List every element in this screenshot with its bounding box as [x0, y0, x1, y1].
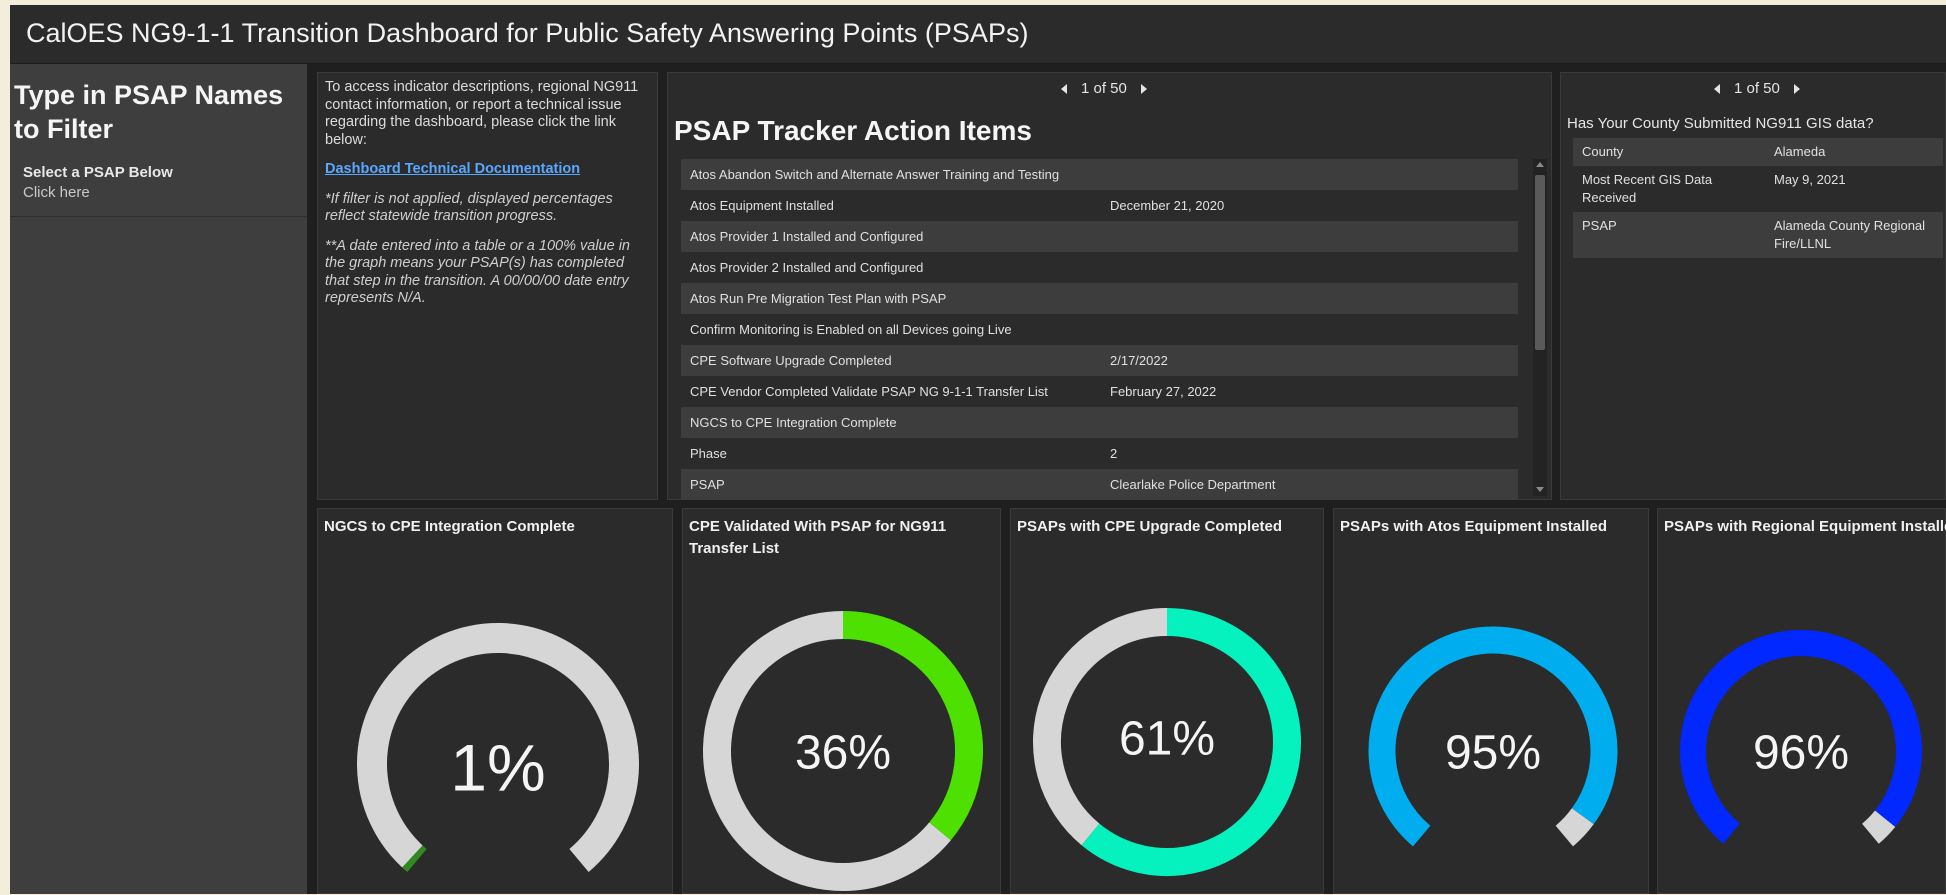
tracker-row: CPE Vendor Completed Validate PSAP NG 9-… — [681, 376, 1518, 407]
tracker-item-label: Confirm Monitoring is Enabled on all Dev… — [681, 314, 1101, 345]
gauge-chart-ngcs: 1% — [357, 623, 639, 873]
psap-select-label: Select a PSAP Below — [23, 164, 173, 181]
tracker-item-label: CPE Vendor Completed Validate PSAP NG 9-… — [681, 376, 1101, 407]
info-note-date: **A date entered into a table or a 100% … — [325, 237, 630, 307]
tracker-row: Atos Abandon Switch and Alternate Answer… — [681, 159, 1518, 190]
gauge-value-arc — [402, 845, 427, 873]
tracker-panel: 1 of 50 PSAP Tracker Action Items Atos A… — [667, 72, 1552, 500]
gauge-value-label: 1% — [450, 730, 545, 804]
page-title: CalOES NG9-1-1 Transition Dashboard for … — [26, 18, 1029, 48]
gauge-panel-cpe-upgrade: PSAPs with CPE Upgrade Completed 61% — [1010, 508, 1324, 894]
gauge-value-label: 61% — [1119, 713, 1215, 766]
filter-heading: Type in PSAP Names to Filter — [14, 80, 284, 144]
gis-field-value: May 9, 2021 — [1765, 166, 1943, 212]
gis-next-arrow-icon[interactable] — [1793, 84, 1800, 95]
gauge-chart-atos: 95% — [1368, 626, 1618, 847]
tracker-item-label: Phase — [681, 438, 1101, 469]
info-panel: To access indicator descriptions, region… — [317, 72, 658, 500]
tracker-item-label: Atos Provider 2 Installed and Configured — [681, 252, 1101, 283]
tracker-item-label: Atos Run Pre Migration Test Plan with PS… — [681, 283, 1101, 314]
gauge-track — [1861, 810, 1896, 844]
tracker-row: Atos Equipment Installed December 21, 202… — [681, 190, 1518, 221]
tracker-page-indicator: 1 of 50 — [1081, 80, 1127, 97]
tracker-item-label: CPE Software Upgrade Completed — [681, 345, 1101, 376]
tracker-item-label: Atos Provider 1 Installed and Configured — [681, 221, 1101, 252]
gis-panel: 1 of 50 Has Your County Submitted NG911 … — [1560, 72, 1946, 500]
tracker-row: Confirm Monitoring is Enabled on all Dev… — [681, 314, 1518, 345]
gis-row: Most Recent GIS Data Received May 9, 2021 — [1573, 166, 1943, 212]
gis-field-label: County — [1573, 138, 1765, 166]
gis-pager: 1 of 50 — [1714, 80, 1800, 97]
previous-arrow-icon[interactable] — [1061, 84, 1067, 95]
gis-field-label: Most Recent GIS Data Received — [1573, 166, 1765, 212]
scroll-down-icon[interactable] — [1536, 487, 1544, 492]
tracker-item-value: 2 — [1101, 438, 1518, 469]
tracker-row: NGCS to CPE Integration Complete — [681, 407, 1518, 438]
gis-field-value: Alameda — [1765, 138, 1943, 166]
tracker-item-value — [1101, 159, 1518, 190]
gis-table: County Alameda Most Recent GIS Data Receiv… — [1573, 138, 1943, 258]
gauge-value-label: 96% — [1753, 727, 1849, 780]
gauge-track — [1555, 807, 1594, 847]
app-header: CalOES NG9-1-1 Transition Dashboard for … — [10, 5, 1946, 64]
psap-select-dropdown[interactable]: Click here — [23, 184, 90, 201]
tracker-row: Atos Provider 1 Installed and Configured — [681, 221, 1518, 252]
documentation-link[interactable]: Dashboard Technical Documentation — [325, 161, 580, 177]
tracker-row: Atos Run Pre Migration Test Plan with PS… — [681, 283, 1518, 314]
tracker-item-value: February 27, 2022 — [1101, 376, 1518, 407]
tracker-item-value: December 21, 2020 — [1101, 190, 1518, 221]
tracker-scrollbar[interactable] — [1533, 159, 1547, 496]
tracker-item-label: NGCS to CPE Integration Complete — [681, 407, 1101, 438]
info-intro: To access indicator descriptions, region… — [325, 79, 639, 148]
tracker-pager: 1 of 50 — [1061, 80, 1147, 97]
info-note-filter: *If filter is not applied, displayed per… — [325, 190, 613, 225]
gis-row: County Alameda — [1573, 138, 1943, 166]
tracker-item-label: Atos Abandon Switch and Alternate Answer… — [681, 159, 1101, 190]
tracker-table: Atos Abandon Switch and Alternate Answer… — [681, 159, 1518, 500]
gis-row: PSAP Alameda County Regional Fire/LLNL — [1573, 212, 1943, 258]
tracker-row: PSAP Clearlake Police Department — [681, 469, 1518, 500]
gauge-panel-ngcs: NGCS to CPE Integration Complete 1% — [317, 508, 673, 894]
tracker-item-label: PSAP — [681, 469, 1101, 500]
gis-question: Has Your County Submitted NG911 GIS data… — [1567, 115, 1874, 132]
tracker-row: CPE Software Upgrade Completed 2/17/2022 — [681, 345, 1518, 376]
tracker-item-value: 2/17/2022 — [1101, 345, 1518, 376]
tracker-item-value: Clearlake Police Department — [1101, 469, 1518, 500]
gauge-chart-cpe-validated: 36% — [703, 611, 983, 891]
gauge-chart-cpe-upgrade: 61% — [1033, 608, 1301, 876]
gauge-chart-regional: 96% — [1680, 630, 1922, 844]
scroll-up-icon[interactable] — [1536, 162, 1544, 167]
tracker-row: Atos Provider 2 Installed and Configured — [681, 252, 1518, 283]
gis-field-value: Alameda County Regional Fire/LLNL — [1765, 212, 1943, 258]
tracker-item-value — [1101, 252, 1518, 283]
filter-sidebar: Type in PSAP Names to Filter Select a PS… — [10, 64, 307, 894]
gauge-panel-atos: PSAPs with Atos Equipment Installed 95% — [1333, 508, 1649, 894]
tracker-row: Phase 2 — [681, 438, 1518, 469]
tracker-item-value — [1101, 314, 1518, 345]
gis-page-indicator: 1 of 50 — [1734, 80, 1780, 97]
gauge-panel-cpe-validated: CPE Validated With PSAP for NG911 Transf… — [682, 508, 1001, 894]
gauge-panel-regional: PSAPs with Regional Equipment Installed … — [1657, 508, 1946, 894]
sidebar-divider — [10, 216, 307, 217]
tracker-item-value — [1101, 407, 1518, 438]
gis-field-label: PSAP — [1573, 212, 1765, 258]
gis-previous-arrow-icon[interactable] — [1714, 84, 1720, 95]
scroll-thumb[interactable] — [1535, 175, 1545, 350]
gauge-value-label: 95% — [1445, 727, 1541, 780]
gauge-value-label: 36% — [795, 727, 891, 780]
tracker-item-value — [1101, 221, 1518, 252]
tracker-item-label: Atos Equipment Installed — [681, 190, 1101, 221]
tracker-title: PSAP Tracker Action Items — [674, 115, 1032, 146]
tracker-item-value — [1101, 283, 1518, 314]
next-arrow-icon[interactable] — [1140, 84, 1147, 95]
